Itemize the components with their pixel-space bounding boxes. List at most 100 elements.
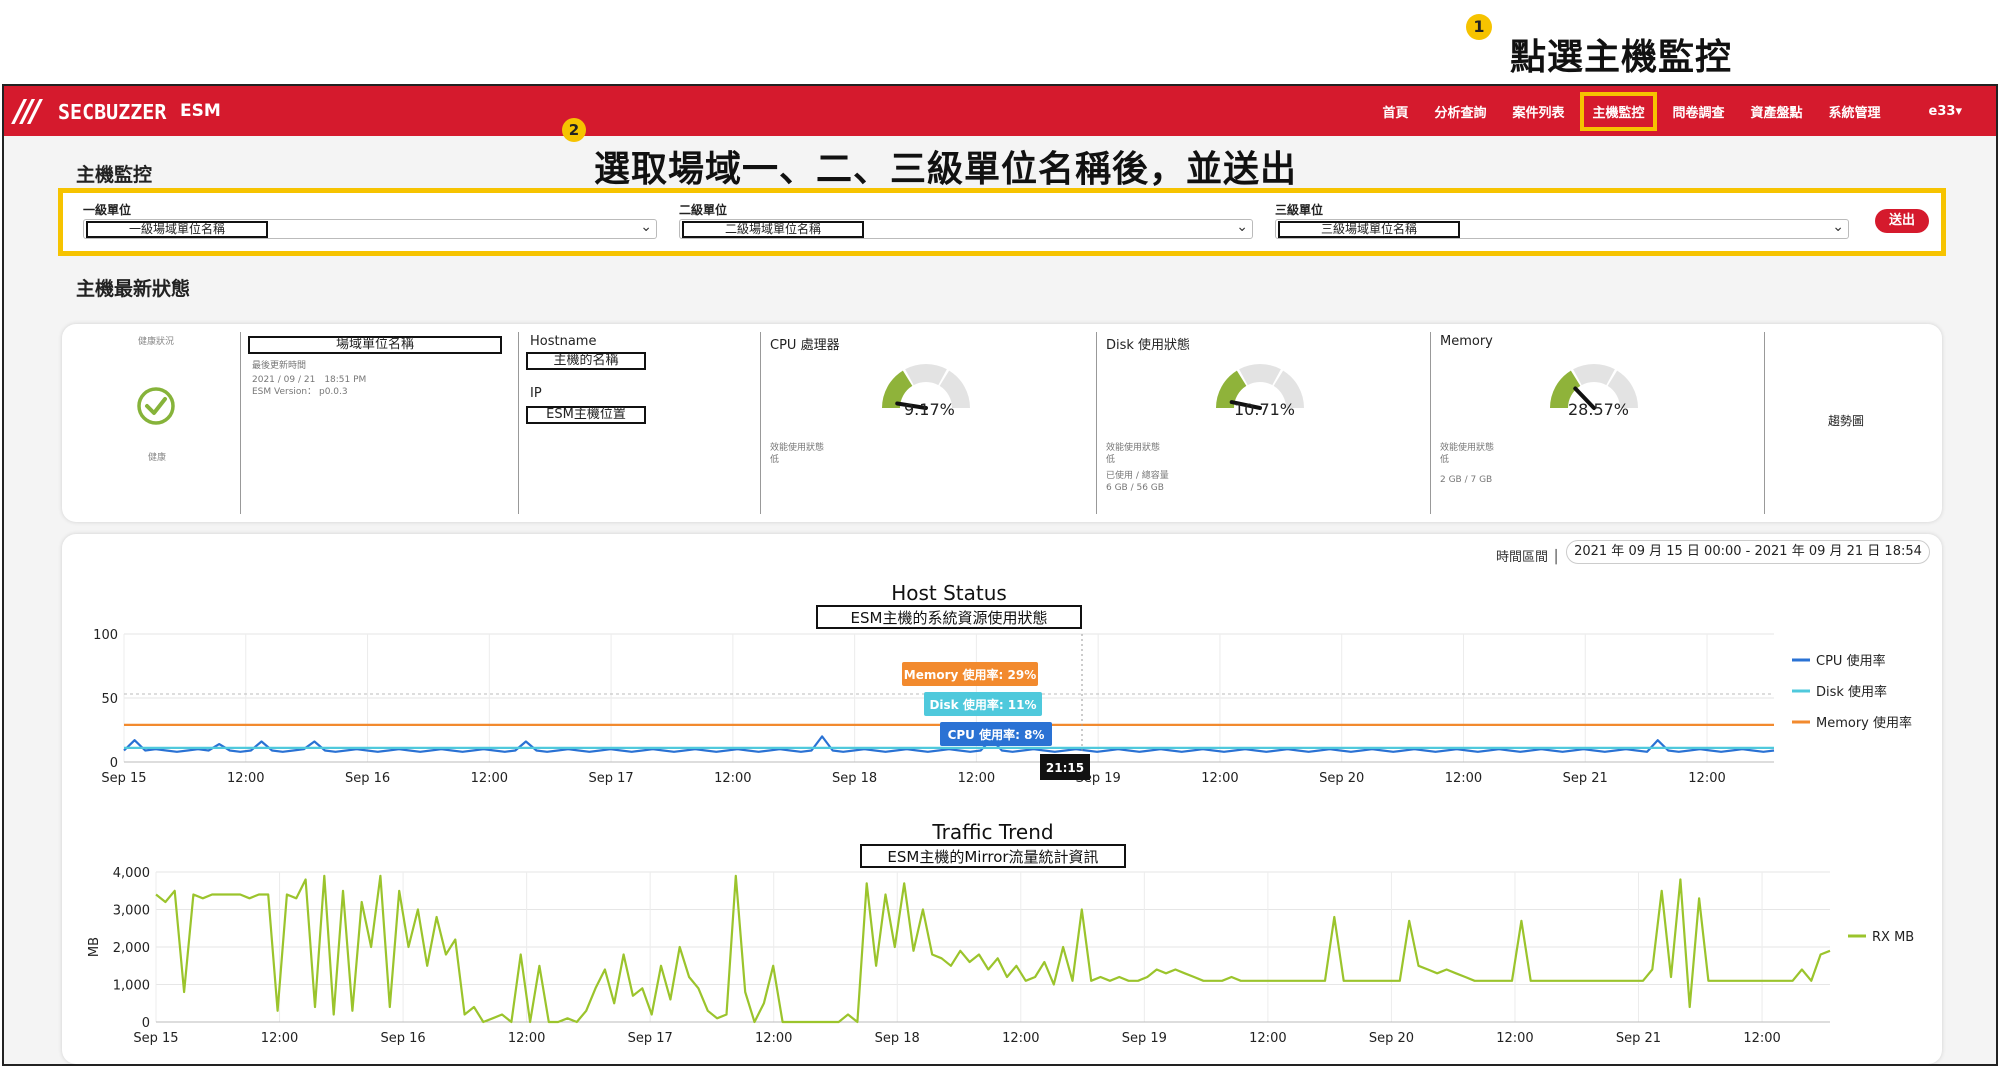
divider	[1430, 332, 1431, 514]
hostname-label: Hostname	[530, 334, 597, 349]
section-title-latest-status: 主機最新狀態	[76, 278, 191, 300]
legend-label-0: CPU 使用率	[1816, 653, 1886, 669]
x-tick-label: 12:00	[1445, 771, 1482, 786]
x-tick-label: 12:00	[1002, 1031, 1039, 1046]
last-update-time: 2021 / 09 / 21 18:51 PM	[252, 375, 367, 385]
divider	[518, 332, 519, 514]
x-tick-label: Sep 17	[628, 1031, 673, 1046]
memory-state-label: 效能使用狀態	[1440, 443, 1495, 453]
cpu-percent: 9.17%	[904, 400, 955, 419]
top-navigation-bar: /// SECBUZZER ESM 首頁 分析查詢 案件列表 主機監控 問卷調查…	[4, 86, 1996, 136]
x-tick-label: 12:00	[755, 1031, 792, 1046]
chart-subtitle-group: ESM主機的Mirror流量統計資訊	[860, 844, 1126, 868]
y-axis-label: MB	[87, 937, 102, 957]
step-1-badge: 1	[1466, 14, 1492, 40]
y-tick-label: 100	[93, 628, 118, 643]
filter-level-3: 三級單位 三級場域單位名稱 ⌄	[1275, 201, 1849, 239]
x-tick-label: 12:00	[1201, 771, 1238, 786]
disk-state-label: 效能使用狀態	[1106, 443, 1161, 453]
ip-box: ESM主機位置	[526, 406, 646, 424]
x-tick-label: Sep 16	[380, 1031, 425, 1046]
x-tick-label: 12:00	[1496, 1031, 1533, 1046]
chart-title: Traffic Trend	[931, 820, 1053, 844]
x-tick-label: 12:00	[227, 771, 264, 786]
x-tick-label: Sep 15	[133, 1031, 178, 1046]
tooltip-cpu-text: CPU 使用率: 8%	[948, 727, 1045, 742]
x-tick-label: Sep 20	[1319, 771, 1364, 786]
filter-level-2-label: 二級單位	[679, 203, 728, 217]
last-update-label: 最後更新時間	[252, 361, 307, 371]
disk-gauge-mid-segment	[1239, 364, 1281, 386]
charts-card: 時間區間 │ 2021 年 09 月 15 日 00:00 - 2021 年 0…	[62, 534, 1942, 1064]
divider	[760, 332, 761, 514]
user-name: e33	[1928, 103, 1956, 119]
disk-used-label: 已使用 / 總容量	[1106, 471, 1169, 481]
main-nav: 首頁 分析查詢 案件列表 主機監控 問卷調查 資產盤點 系統管理 e33▾	[1356, 86, 1962, 136]
x-tick-label: 12:00	[1688, 771, 1725, 786]
x-tick-label: 12:00	[1249, 1031, 1286, 1046]
submit-button[interactable]: 送出	[1875, 209, 1929, 233]
level-1-unit-select[interactable]: 一級場域單位名稱 ⌄	[83, 219, 657, 239]
nav-analysis-query[interactable]: 分析查詢	[1434, 102, 1486, 121]
trend-chart-link[interactable]: 趨勢圖	[1828, 412, 1864, 429]
nav-case-list[interactable]: 案件列表	[1512, 102, 1564, 121]
brand-name: SECBUZZER	[58, 100, 167, 124]
memory-title: Memory	[1440, 334, 1493, 349]
tooltip-time-text: 21:15	[1046, 761, 1084, 775]
y-tick-label: 1,000	[113, 979, 150, 994]
chevron-down-icon: ⌄	[640, 219, 652, 235]
memory-state: 低	[1440, 455, 1450, 465]
legend-label-0: RX MB	[1872, 930, 1914, 945]
x-tick-label: 12:00	[1743, 1031, 1780, 1046]
divider	[1096, 332, 1097, 514]
x-tick-label: Sep 20	[1369, 1031, 1414, 1046]
page-title: 主機監控	[76, 164, 153, 186]
user-menu[interactable]: e33▾	[1929, 104, 1962, 119]
x-tick-label: 12:00	[471, 771, 508, 786]
x-tick-label: Sep 18	[875, 1031, 920, 1046]
nav-host-monitoring[interactable]: 主機監控	[1580, 91, 1657, 131]
level-3-unit-value: 三級場域單位名稱	[1278, 221, 1460, 238]
product-name[interactable]: ESM	[180, 101, 221, 121]
unit-name-box: 場域單位名稱	[248, 336, 502, 354]
filter-level-1: 一級單位 一級場域單位名稱 ⌄	[83, 201, 657, 239]
nav-survey[interactable]: 問卷調查	[1673, 102, 1725, 121]
chart-subtitle: ESM主機的系統資源使用狀態	[851, 609, 1048, 627]
secbuzzer-logo-icon: ///	[14, 94, 41, 129]
level-1-unit-value: 一級場域單位名稱	[86, 221, 268, 238]
nav-system-management[interactable]: 系統管理	[1829, 102, 1881, 121]
x-tick-label: Sep 18	[832, 771, 877, 786]
nav-asset-inventory[interactable]: 資產盤點	[1751, 102, 1803, 121]
health-value: 健康	[148, 453, 167, 463]
memory-used: 2 GB / 7 GB	[1440, 475, 1493, 485]
divider	[240, 332, 241, 514]
cpu-title: CPU 處理器	[770, 338, 840, 353]
legend-label-1: Disk 使用率	[1816, 684, 1887, 700]
level-2-unit-select[interactable]: 二級場域單位名稱 ⌄	[679, 219, 1253, 239]
x-tick-label: 12:00	[958, 771, 995, 786]
step-2-instruction: 選取場域一、二、三級單位名稱後，並送出	[594, 149, 1298, 190]
x-tick-label: Sep 16	[345, 771, 390, 786]
host-status-card: 健康狀況 健康 場域單位名稱 最後更新時間 2021 / 09 / 21 18:…	[62, 324, 1942, 522]
y-tick-label: 0	[110, 756, 118, 771]
caret-down-icon: ▾	[1955, 103, 1962, 119]
y-tick-label: 4,000	[113, 866, 150, 881]
nav-home[interactable]: 首頁	[1382, 102, 1408, 121]
legend-label-2: Memory 使用率	[1816, 715, 1912, 731]
memory-gauge-mid-segment	[1573, 364, 1615, 386]
y-tick-label: 0	[142, 1016, 150, 1031]
series-line-0	[155, 874, 1831, 1024]
divider	[1764, 332, 1765, 514]
health-label: 健康狀況	[138, 337, 175, 347]
step-2-badge: 2	[562, 118, 586, 142]
chevron-down-icon: ⌄	[1236, 219, 1248, 235]
cpu-state: 低	[770, 455, 780, 465]
level-2-unit-value: 二級場域單位名稱	[682, 221, 864, 238]
x-tick-label: 12:00	[508, 1031, 545, 1046]
x-tick-label: Sep 21	[1616, 1031, 1661, 1046]
memory-percent: 28.57%	[1568, 400, 1630, 419]
charts-svg: Host Status ESM主機的系統資源使用狀態 0 50 100 Sep 15 12:…	[87, 581, 1914, 1046]
filter-level-3-label: 三級單位	[1275, 203, 1324, 217]
x-tick-label: Sep 15	[101, 771, 146, 786]
level-3-unit-select[interactable]: 三級場域單位名稱 ⌄	[1275, 219, 1849, 239]
